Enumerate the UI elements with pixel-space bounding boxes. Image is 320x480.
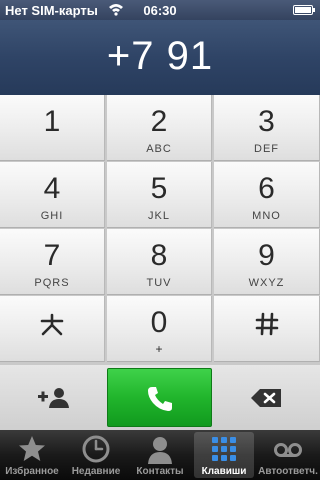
phone-icon bbox=[148, 387, 172, 411]
key-letters: PQRS bbox=[34, 277, 70, 289]
call-button[interactable] bbox=[107, 368, 212, 427]
keypad: 1 2 ABC 3 DEF 4 GHI 5 JKL 6 MNO 7 PQRS 8… bbox=[0, 95, 320, 430]
key-letters: WXYZ bbox=[248, 277, 285, 289]
key-digit: 9 bbox=[258, 239, 275, 272]
add-contact-button[interactable] bbox=[0, 365, 105, 430]
hash-icon bbox=[214, 312, 319, 341]
key-3[interactable]: 3 DEF bbox=[214, 95, 320, 161]
key-digit: 6 bbox=[258, 172, 275, 205]
key-digit: 8 bbox=[150, 239, 168, 272]
keypad-icon bbox=[212, 437, 236, 461]
key-letters: ABC bbox=[146, 143, 172, 155]
key-digit: 3 bbox=[258, 105, 275, 138]
key-6[interactable]: 6 MNO bbox=[214, 162, 320, 228]
key-digit: 5 bbox=[150, 172, 168, 205]
clock-icon bbox=[82, 435, 110, 463]
key-digit: 4 bbox=[43, 172, 61, 205]
add-contact-icon bbox=[38, 388, 69, 408]
key-letters: DEF bbox=[254, 143, 279, 155]
voicemail-icon bbox=[274, 443, 302, 457]
star-icon bbox=[19, 436, 45, 461]
battery-icon bbox=[293, 5, 315, 15]
key-letters: JKL bbox=[148, 210, 170, 222]
key-digit: 7 bbox=[43, 239, 61, 272]
dialed-number: +7 91 bbox=[106, 34, 214, 78]
key-9[interactable]: 9 WXYZ bbox=[214, 229, 320, 295]
key-hash[interactable] bbox=[214, 296, 320, 362]
key-2[interactable]: 2 ABC bbox=[107, 95, 212, 161]
status-time: 06:30 bbox=[143, 3, 177, 18]
key-0[interactable]: 0 + bbox=[107, 296, 212, 362]
key-star[interactable] bbox=[0, 296, 105, 362]
action-row bbox=[0, 365, 320, 430]
tab-voicemail[interactable]: Автоответч. bbox=[256, 430, 320, 480]
asterisk-icon bbox=[0, 312, 104, 343]
tab-bar: Избранное Недавние Контакты Клавиши Авто… bbox=[0, 430, 320, 480]
key-7[interactable]: 7 PQRS bbox=[0, 229, 105, 295]
status-bar: Нет SIM-карты 06:30 bbox=[0, 0, 320, 20]
tab-label: Избранное bbox=[5, 466, 59, 477]
key-1[interactable]: 1 bbox=[0, 95, 105, 161]
tab-label: Недавние bbox=[71, 466, 121, 477]
tab-label: Клавиши bbox=[201, 466, 247, 477]
tab-contacts[interactable]: Контакты bbox=[128, 430, 192, 480]
key-digit: 1 bbox=[43, 105, 61, 138]
key-4[interactable]: 4 GHI bbox=[0, 162, 105, 228]
key-letters: TUV bbox=[146, 277, 172, 289]
tab-recents[interactable]: Недавние bbox=[64, 430, 128, 480]
person-icon bbox=[148, 437, 172, 464]
key-letters: + bbox=[155, 342, 163, 356]
backspace-icon bbox=[251, 389, 281, 407]
tab-label: Автоответч. bbox=[258, 466, 318, 477]
tab-label: Контакты bbox=[136, 466, 184, 477]
number-display: +7 91 bbox=[0, 20, 320, 96]
delete-button[interactable] bbox=[214, 365, 320, 430]
key-8[interactable]: 8 TUV bbox=[107, 229, 212, 295]
key-letters: MNO bbox=[252, 210, 281, 222]
key-letters: GHI bbox=[40, 210, 64, 222]
key-digit: 2 bbox=[150, 105, 168, 138]
key-5[interactable]: 5 JKL bbox=[107, 162, 212, 228]
key-digit: 0 bbox=[150, 306, 168, 339]
tab-keypad[interactable]: Клавиши bbox=[192, 430, 256, 480]
tab-favorites[interactable]: Избранное bbox=[0, 430, 64, 480]
